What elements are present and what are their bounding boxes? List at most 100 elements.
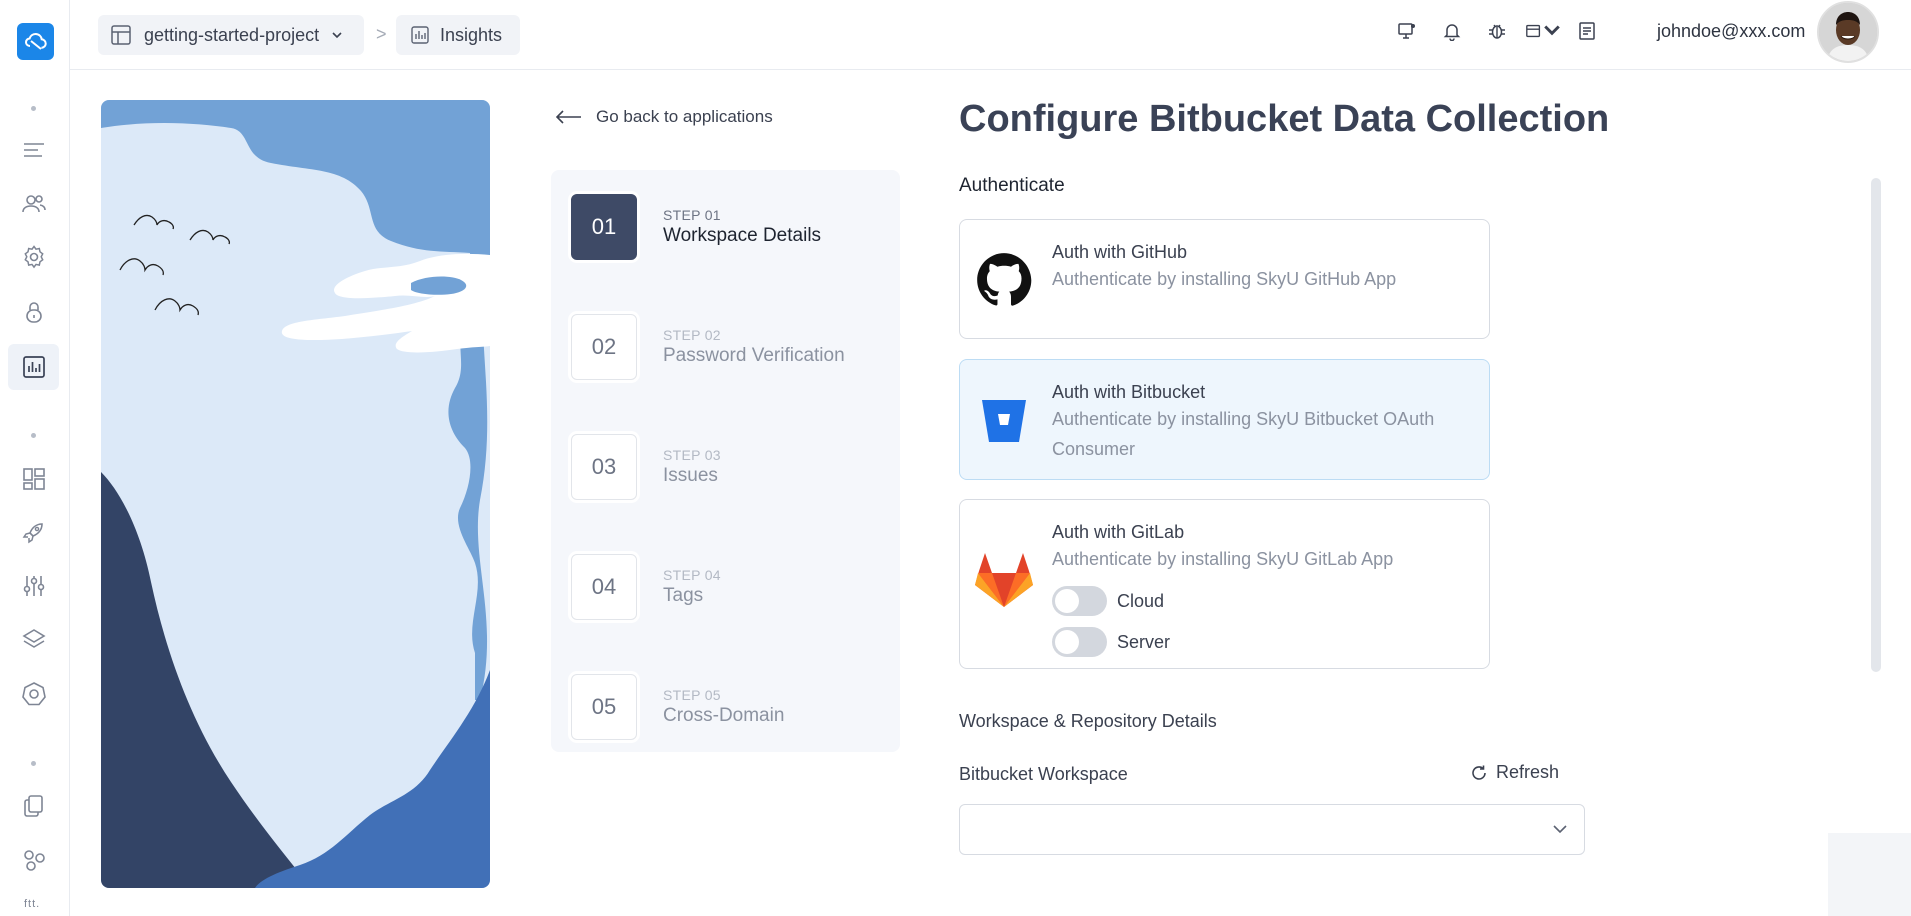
sidebar-item-menu[interactable] [8,127,59,173]
sidebar-divider-dot [31,433,36,438]
project-icon [111,25,131,45]
monitor-button[interactable] [1394,18,1420,44]
step-1[interactable]: 01 STEP 01 Workspace Details [571,192,881,262]
toggle-label: Cloud [1117,590,1165,611]
step-number: 05 [571,674,637,740]
docs-button[interactable] [1574,18,1600,44]
sidebar-item-users[interactable] [8,181,59,227]
project-selector[interactable]: getting-started-project [98,15,364,55]
sidebar-item-settings[interactable] [8,234,59,280]
cloud-logo-icon [24,32,47,50]
chevron-down-icon [1553,825,1567,834]
workspace-heading: Workspace & Repository Details [959,711,1217,731]
step-2[interactable]: 02 STEP 02 Password Verification [571,312,881,382]
step-label: STEP 02 [663,327,721,343]
sidebar-item-layers[interactable] [8,617,59,663]
step-label: STEP 03 [663,447,721,463]
menu-icon [23,143,44,157]
step-title: Workspace Details [663,225,822,246]
breadcrumb-insights[interactable]: Insights [396,15,520,55]
chart-icon [411,26,429,44]
sidebar: ftt. [0,0,70,916]
sidebar-item-dashboard[interactable] [8,456,59,502]
workspace-select[interactable] [959,804,1585,855]
sidebar-item-integrations[interactable] [8,837,59,883]
stepper: 01 STEP 01 Workspace Details 02 STEP 02 … [551,170,900,752]
refresh-icon [1472,765,1486,780]
floating-widget[interactable] [1828,833,1911,916]
step-5[interactable]: 05 STEP 05 Cross-Domain [571,672,881,742]
sidebar-item-insights[interactable] [8,344,59,390]
auth-option-description: Authenticate by installing SkyU Bitbucke… [1052,409,1435,459]
window-menu-button[interactable] [1525,18,1561,44]
sidebar-item-kubernetes[interactable] [8,671,59,717]
sidebar-item-docs[interactable] [8,783,59,829]
bitbucket-logo [972,388,1036,452]
avatar[interactable] [1817,1,1879,63]
auth-option-description: Authenticate by installing SkyU GitLab A… [1052,549,1394,569]
step-number: 03 [571,434,637,500]
github-icon [977,253,1032,306]
app-logo[interactable] [17,23,54,60]
page-title: Configure Bitbucket Data Collection [959,98,1610,140]
bug-report-button[interactable] [1484,18,1510,44]
project-name: getting-started-project [144,24,320,45]
chevron-down-icon [332,32,342,39]
window-icon [1526,24,1541,38]
toggle-label: Server [1117,631,1171,652]
refresh-button[interactable]: Refresh [1470,762,1559,783]
more-icon[interactable]: ftt. [24,898,40,910]
sidebar-divider-dot [31,106,36,111]
cloud-toggle[interactable] [1052,586,1107,616]
document-icon [1579,22,1595,40]
step-title: Issues [663,465,718,486]
breadcrumb-page-label: Insights [440,24,503,45]
bug-icon [1489,24,1505,39]
github-logo [972,248,1036,312]
step-title: Tags [663,585,704,606]
chevron-down-icon [1544,25,1560,36]
auth-bitbucket-card[interactable]: Auth with Bitbucket Authenticate by inst… [959,359,1490,480]
go-back-link[interactable]: Go back to applications [556,107,773,127]
cloud-toggle-row: Cloud [1052,586,1164,616]
gitlab-logo [972,548,1036,612]
step-3[interactable]: 03 STEP 03 Issues [571,432,881,502]
layers-icon [21,629,46,648]
user-email[interactable]: johndoe@xxx.com [1657,21,1805,42]
auth-option-title: Auth with Bitbucket [1052,382,1206,402]
copy-icon [23,795,43,817]
rocket-icon [22,523,43,544]
auth-option-description: Authenticate by installing SkyU GitHub A… [1052,269,1397,289]
step-number: 01 [571,194,637,260]
step-label: STEP 05 [663,687,721,703]
sidebar-item-deploy[interactable] [8,509,59,555]
top-header: getting-started-project > Insights johnd… [70,0,1911,70]
sliders-icon [23,576,44,596]
breadcrumb-separator: > [376,24,387,44]
step-label: STEP 04 [663,567,721,583]
step-number: 02 [571,314,637,380]
form-scrollbar[interactable] [1871,178,1881,672]
sidebar-divider-dot [31,761,36,766]
go-back-label: Go back to applications [596,107,773,126]
notifications-button[interactable] [1439,18,1465,44]
auth-gitlab-card[interactable]: Auth with GitLab Authenticate by install… [959,499,1490,669]
bitbucket-icon [982,400,1026,442]
auth-github-card[interactable]: Auth with GitHub Authenticate by install… [959,219,1490,339]
monitor-icon [1398,23,1415,39]
step-label: STEP 01 [663,207,721,223]
step-number: 04 [571,554,637,620]
step-title: Cross-Domain [663,705,785,726]
step-4[interactable]: 04 STEP 04 Tags [571,552,881,622]
sidebar-item-security[interactable] [8,289,59,335]
server-toggle-row: Server [1052,627,1170,657]
authenticate-heading: Authenticate [959,175,1065,196]
gear-icon [23,245,44,269]
server-toggle[interactable] [1052,627,1107,657]
gitlab-icon [975,553,1033,607]
sidebar-item-config[interactable] [8,563,59,609]
helm-icon [21,682,46,706]
chart-icon [22,356,45,378]
auth-option-title: Auth with GitLab [1052,522,1185,542]
refresh-label: Refresh [1496,762,1560,782]
